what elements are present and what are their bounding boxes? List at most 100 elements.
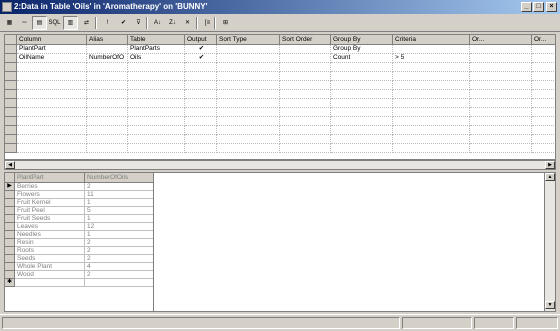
results-cell[interactable]: Fruit Kernel [15,199,85,207]
results-row-selector[interactable] [5,239,15,247]
results-cell[interactable]: 12 [85,223,153,231]
row-selector[interactable] [5,135,17,144]
results-cell[interactable]: Berries [15,183,85,191]
grid-cell[interactable] [331,81,393,90]
results-cell[interactable]: 2 [85,239,153,247]
results-cell[interactable]: 1 [85,215,153,223]
grid-cell[interactable] [331,108,393,117]
results-row-selector[interactable] [5,207,15,215]
results-row-selector[interactable] [5,271,15,279]
results-cell[interactable]: Wood [15,271,85,279]
grid-cell[interactable] [532,63,555,72]
grid-cell[interactable] [331,99,393,108]
add-table-icon[interactable]: ⊞ [218,16,233,30]
results-pane-icon[interactable]: ▥ [63,16,78,30]
results-cell[interactable]: Whole Plant [15,263,85,271]
grid-cell[interactable] [532,45,555,54]
scroll-left-icon[interactable]: ◀ [5,161,15,169]
grid-cell[interactable] [87,45,128,54]
grid-cell[interactable] [393,135,470,144]
grid-cell[interactable] [280,144,331,153]
scroll-down-icon[interactable]: ▼ [545,301,555,309]
grid-cell[interactable] [393,144,470,153]
grid-cell[interactable] [217,45,280,54]
results-cell[interactable]: Roots [15,247,85,255]
grid-cell[interactable]: ✔ [185,54,217,63]
grid-cell[interactable] [87,90,128,99]
vertical-scrollbar[interactable]: ▲ ▼ [544,172,556,312]
grid-cell[interactable] [87,63,128,72]
grid-cell[interactable] [393,72,470,81]
app-icon[interactable] [2,2,12,12]
grid-cell[interactable] [185,144,217,153]
grid-cell[interactable] [217,81,280,90]
grid-cell[interactable] [17,99,87,108]
scroll-up-icon[interactable]: ▲ [545,173,555,181]
grid-cell[interactable] [217,117,280,126]
grid-cell[interactable] [470,45,532,54]
results-cell[interactable]: 5 [85,207,153,215]
results-row-selector[interactable] [5,255,15,263]
grid-cell[interactable] [280,81,331,90]
results-cell[interactable]: Leaves [15,223,85,231]
results-cell[interactable]: 2 [85,183,153,191]
results-row-selector[interactable] [5,247,15,255]
grid-column-header[interactable]: Table [128,35,185,45]
grid-cell[interactable] [87,99,128,108]
new-row-icon[interactable]: ✱ [5,279,15,287]
grid-cell[interactable]: OilName [17,54,87,63]
grid-cell[interactable]: PlantParts [128,45,185,54]
grid-cell[interactable] [532,90,555,99]
row-selector[interactable] [5,108,17,117]
grid-cell[interactable] [87,117,128,126]
grid-cell[interactable] [470,135,532,144]
grid-cell[interactable] [128,90,185,99]
results-cell[interactable]: 1 [85,199,153,207]
grid-cell[interactable] [532,144,555,153]
results-cell[interactable]: Needles [15,231,85,239]
row-selector[interactable] [5,81,17,90]
grid-cell[interactable] [470,81,532,90]
grid-cell[interactable] [470,90,532,99]
grid-cell[interactable] [532,72,555,81]
results-cell[interactable]: Fruit Seeds [15,215,85,223]
grid-cell[interactable] [280,45,331,54]
grid-cell[interactable] [217,126,280,135]
results-row-selector[interactable] [5,231,15,239]
results-cell[interactable]: Fruit Peel [15,207,85,215]
grid-cell[interactable] [280,63,331,72]
row-selector[interactable] [5,90,17,99]
grid-cell[interactable] [470,54,532,63]
row-selector[interactable] [5,144,17,153]
grid-cell[interactable] [470,117,532,126]
grid-cell[interactable] [393,99,470,108]
results-cell[interactable] [15,279,85,287]
grid-cell[interactable] [393,90,470,99]
grid-column-header[interactable]: Column [17,35,87,45]
grid-cell[interactable] [280,135,331,144]
grid-cell[interactable] [217,108,280,117]
results-row-selector[interactable] [5,263,15,271]
sort-desc-icon[interactable]: Z↓ [165,16,180,30]
grid-cell[interactable] [17,63,87,72]
grid-cell[interactable] [393,117,470,126]
grid-cell[interactable] [128,117,185,126]
maximize-button[interactable]: □ [533,2,544,12]
grid-column-header[interactable]: Alias [87,35,128,45]
grid-cell[interactable] [17,135,87,144]
grid-cell[interactable] [331,63,393,72]
grid-cell[interactable] [17,90,87,99]
grid-cell[interactable] [470,108,532,117]
grid-cell[interactable] [128,72,185,81]
grid-cell[interactable] [280,54,331,63]
grid-cell[interactable] [470,99,532,108]
grid-cell[interactable] [17,81,87,90]
results-cell[interactable]: 2 [85,247,153,255]
grid-cell[interactable] [128,126,185,135]
grid-cell[interactable] [331,126,393,135]
run-icon[interactable]: ! [100,16,115,30]
grid-cell[interactable] [17,144,87,153]
grid-cell[interactable] [128,81,185,90]
row-selector[interactable] [5,99,17,108]
row-selector[interactable] [5,126,17,135]
